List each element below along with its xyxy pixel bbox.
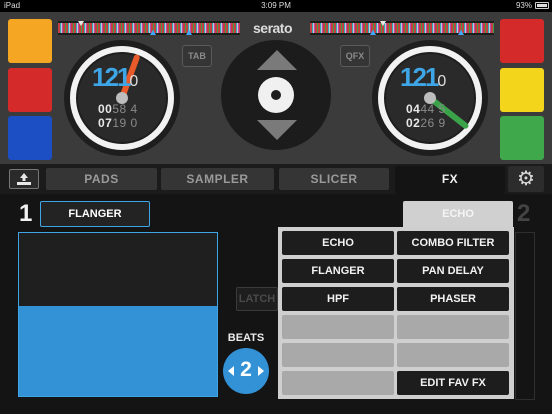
cue-pad-left-1[interactable] [8,19,52,63]
arrow-up-icon[interactable] [257,50,297,70]
cue-pad-left-2[interactable] [8,68,52,112]
tab-sampler[interactable]: SAMPLER [161,168,274,190]
beats-label: BEATS [227,332,265,344]
fx-button-phaser[interactable]: PHASER [397,287,509,311]
upload-icon [17,173,31,185]
cue-pad-right-3[interactable] [500,116,544,160]
cue-pad-right-1[interactable] [500,19,544,63]
waveform-overview-right[interactable] [310,21,494,35]
fx-level-fill [19,306,217,396]
fx-button-hpf[interactable]: HPF [282,287,394,311]
fx-button-flanger[interactable]: FLANGER [282,259,394,283]
battery-icon [535,2,549,9]
tab-slicer[interactable]: SLICER [279,168,389,190]
remaining-time: 0719 0 [98,116,138,130]
tab-pads[interactable]: PADS [46,168,157,190]
jog-wheel-right[interactable]: 1210 0444 5 0226 9 [372,40,488,156]
upload-button[interactable] [9,169,39,189]
serato-logo: serato [253,20,293,36]
fx-xy-pad[interactable] [18,232,218,397]
elapsed-time: 0444 5 [406,102,446,116]
fx-button-combo-filter[interactable]: COMBO FILTER [397,231,509,255]
fx-deck-number-left: 1 [19,200,33,227]
bpm-display: 1210 [400,62,447,92]
fx-button-empty[interactable] [282,315,394,339]
bpm-display: 1210 [92,62,139,92]
waveform-overview-left[interactable] [58,21,240,35]
fx-button-empty[interactable] [397,315,509,339]
qfx-button[interactable]: QFX [340,45,370,67]
fx-deck-number-right: 2 [517,200,531,227]
gear-icon: ⚙ [517,168,535,190]
jog-wheel-left[interactable]: 1210 0058 4 0719 0 [64,40,180,156]
fx-button-pan-delay[interactable]: PAN DELAY [397,259,509,283]
battery-percent: 93% [515,1,532,10]
settings-button[interactable]: ⚙ [508,166,544,192]
beats-control[interactable]: 2 [223,348,269,394]
clock: 3:09 PM [261,1,291,10]
fx-button-empty[interactable] [282,371,394,395]
record-icon[interactable] [258,77,294,113]
tab-button[interactable]: TAB [182,45,212,67]
edit-fav-fx-button[interactable]: EDIT FAV FX [397,371,509,395]
tab-fx[interactable]: FX [395,166,505,194]
cue-pad-right-2[interactable] [500,68,544,112]
fx-button-empty[interactable] [282,343,394,367]
beats-increase-icon[interactable] [258,366,264,376]
center-platter[interactable] [221,40,331,150]
arrow-down-icon[interactable] [257,120,297,140]
remaining-time: 0226 9 [406,116,446,130]
fx-button-echo[interactable]: ECHO [282,231,394,255]
effect-selector-button[interactable]: FLANGER [40,201,150,227]
fx-right-pad-edge [515,232,535,400]
latch-button[interactable]: LATCH [236,287,278,311]
elapsed-time: 0058 4 [98,102,138,116]
status-bar: iPad 3:09 PM 93% [0,0,552,12]
fx-panel-tab[interactable]: ECHO [403,201,513,228]
fx-button-empty[interactable] [397,343,509,367]
cue-pad-left-3[interactable] [8,116,52,160]
